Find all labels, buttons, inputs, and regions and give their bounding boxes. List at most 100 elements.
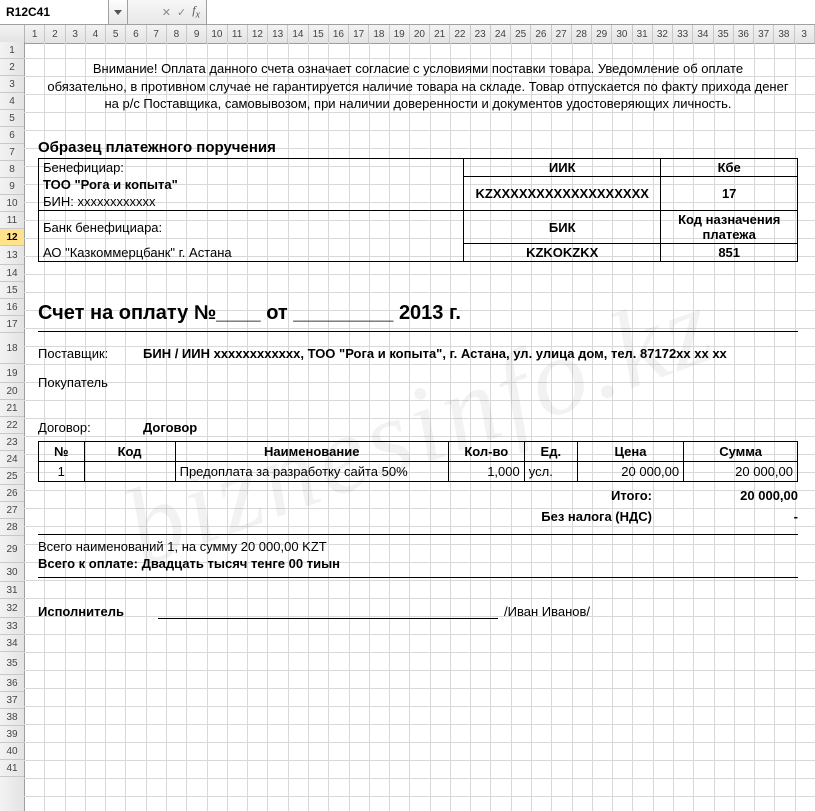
row-header[interactable]: 31 — [0, 582, 24, 599]
beneficiary-company: ТОО "Рога и копыта" — [39, 176, 464, 193]
column-header[interactable]: 3 — [795, 25, 815, 43]
row-header[interactable]: 41 — [0, 760, 24, 777]
cancel-icon[interactable]: ✕ — [162, 6, 171, 19]
row-header[interactable]: 9 — [0, 178, 24, 195]
row-header[interactable]: 34 — [0, 635, 24, 652]
formula-bar: R12C41 ✕ ✓ fx — [0, 0, 815, 25]
total-value: 20 000,00 — [668, 488, 798, 503]
column-header[interactable]: 3 — [66, 25, 86, 43]
row-header[interactable]: 17 — [0, 316, 24, 333]
row-header[interactable]: 30 — [0, 563, 24, 582]
column-header[interactable]: 26 — [531, 25, 551, 43]
row-header[interactable]: 13 — [0, 246, 24, 265]
column-header[interactable]: 17 — [349, 25, 369, 43]
row-header[interactable]: 39 — [0, 726, 24, 743]
row-header[interactable]: 26 — [0, 485, 24, 502]
column-header[interactable]: 16 — [329, 25, 349, 43]
column-header[interactable]: 23 — [471, 25, 491, 43]
column-header[interactable]: 25 — [511, 25, 531, 43]
row-header[interactable]: 36 — [0, 675, 24, 692]
row-header[interactable]: 15 — [0, 282, 24, 299]
column-header[interactable]: 29 — [592, 25, 612, 43]
column-header[interactable]: 11 — [228, 25, 248, 43]
row-header[interactable]: 3 — [0, 76, 24, 93]
column-header[interactable]: 13 — [268, 25, 288, 43]
items-table: № Код Наименование Кол-во Ед. Цена Сумма… — [38, 441, 798, 482]
row-header[interactable]: 40 — [0, 743, 24, 760]
row-header[interactable]: 28 — [0, 519, 24, 536]
rule — [38, 577, 798, 578]
row-header[interactable]: 1 — [0, 42, 24, 59]
row-header[interactable]: 23 — [0, 434, 24, 451]
column-header[interactable]: 8 — [167, 25, 187, 43]
column-header[interactable]: 28 — [572, 25, 592, 43]
column-header[interactable]: 1 — [25, 25, 45, 43]
row-header[interactable]: 5 — [0, 110, 24, 127]
row-header[interactable]: 10 — [0, 195, 24, 212]
column-header[interactable]: 21 — [430, 25, 450, 43]
worksheet[interactable]: biznesinfo.kz Внимание! Оплата данного с… — [24, 42, 815, 811]
column-header[interactable]: 4 — [86, 25, 106, 43]
row-header[interactable]: 32 — [0, 599, 24, 618]
row-header[interactable]: 19 — [0, 364, 24, 383]
column-header[interactable]: 27 — [552, 25, 572, 43]
row-header[interactable]: 38 — [0, 709, 24, 726]
column-header[interactable]: 18 — [369, 25, 389, 43]
table-row: 1Предоплата за разработку сайта 50%1,000… — [39, 462, 798, 482]
column-header[interactable]: 5 — [106, 25, 126, 43]
row-header[interactable]: 11 — [0, 212, 24, 229]
row-header[interactable]: 27 — [0, 502, 24, 519]
row-header[interactable]: 33 — [0, 618, 24, 635]
column-header[interactable]: 33 — [673, 25, 693, 43]
fx-icon[interactable]: fx — [192, 3, 200, 20]
column-header[interactable]: 31 — [633, 25, 653, 43]
row-header[interactable]: 7 — [0, 144, 24, 161]
column-header[interactable]: 10 — [207, 25, 227, 43]
column-header[interactable]: 37 — [754, 25, 774, 43]
column-header[interactable]: 24 — [491, 25, 511, 43]
chevron-down-icon — [114, 10, 122, 15]
select-all-corner[interactable] — [0, 25, 25, 43]
column-header[interactable]: 30 — [612, 25, 632, 43]
row-header[interactable]: 25 — [0, 468, 24, 485]
row-header[interactable]: 29 — [0, 536, 24, 563]
column-header[interactable]: 7 — [147, 25, 167, 43]
row-header[interactable]: 12 — [0, 229, 24, 246]
column-header[interactable]: 36 — [734, 25, 754, 43]
row-header[interactable]: 22 — [0, 417, 24, 434]
executor-name: /Иван Иванов/ — [504, 604, 590, 619]
formula-input[interactable] — [207, 0, 815, 24]
row-header[interactable]: 6 — [0, 127, 24, 144]
signature-line — [158, 602, 498, 619]
row-header[interactable]: 16 — [0, 299, 24, 316]
column-header[interactable]: 19 — [390, 25, 410, 43]
column-header[interactable]: 22 — [450, 25, 470, 43]
row-header[interactable]: 24 — [0, 451, 24, 468]
column-header[interactable]: 34 — [693, 25, 713, 43]
enter-icon[interactable]: ✓ — [177, 6, 186, 19]
row-header[interactable]: 18 — [0, 333, 24, 364]
column-header[interactable]: 35 — [714, 25, 734, 43]
column-header[interactable]: 14 — [288, 25, 308, 43]
row-header[interactable]: 21 — [0, 400, 24, 417]
row-header[interactable]: 35 — [0, 652, 24, 675]
row-header[interactable]: 20 — [0, 383, 24, 400]
col-unit: Ед. — [524, 442, 577, 462]
column-header[interactable]: 32 — [653, 25, 673, 43]
supplier-row: Поставщик: БИН / ИИН xxxxxxxxxxxx, ТОО "… — [38, 346, 798, 361]
column-header[interactable]: 9 — [187, 25, 207, 43]
row-headers[interactable]: 1234567891011121314151617181920212223242… — [0, 42, 25, 811]
row-header[interactable]: 37 — [0, 692, 24, 709]
row-header[interactable]: 14 — [0, 265, 24, 282]
row-header[interactable]: 4 — [0, 93, 24, 110]
column-header[interactable]: 15 — [309, 25, 329, 43]
column-header[interactable]: 2 — [45, 25, 65, 43]
name-box-dropdown[interactable] — [109, 0, 128, 24]
row-header[interactable]: 2 — [0, 59, 24, 76]
column-header[interactable]: 6 — [126, 25, 146, 43]
column-header[interactable]: 38 — [774, 25, 794, 43]
column-header[interactable]: 20 — [410, 25, 430, 43]
name-box[interactable]: R12C41 — [0, 0, 109, 24]
row-header[interactable]: 8 — [0, 161, 24, 178]
column-header[interactable]: 12 — [248, 25, 268, 43]
